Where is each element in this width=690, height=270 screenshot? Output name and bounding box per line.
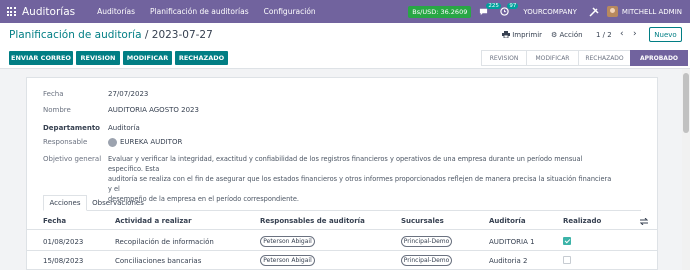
tab-observaciones[interactable]: Observaciones	[87, 195, 149, 211]
nombre-label: Nombre	[43, 106, 71, 114]
apps-menu-icon[interactable]	[0, 0, 22, 23]
user-avatar[interactable]	[606, 6, 618, 17]
stage-modificar[interactable]: MODIFICAR	[526, 50, 578, 66]
print-button[interactable]: Imprimir	[502, 31, 542, 39]
nombre-field[interactable]: AUDITORIA AGOSTO 2023	[108, 106, 199, 114]
breadcrumb-separator: /	[144, 29, 149, 41]
responsable-tag[interactable]: Peterson Abigail	[260, 236, 315, 247]
departamento-field[interactable]: Auditoría	[108, 124, 140, 132]
activities-button[interactable]: 97	[500, 3, 519, 16]
col-fecha[interactable]: Fecha	[43, 217, 66, 225]
menu-configuracion[interactable]: Configuración	[264, 7, 316, 16]
pager-next-icon[interactable]: ›	[633, 29, 637, 39]
row-fecha: 01/08/2023	[43, 238, 84, 246]
breadcrumb-current: 2023-07-27	[151, 29, 213, 41]
send-email-button[interactable]: ENVIAR CORREO	[9, 51, 73, 65]
control-panel: Planificación de auditoría / 2023-07-27 …	[0, 23, 690, 69]
debug-tools-icon[interactable]	[589, 6, 599, 17]
fecha-label: Fecha	[43, 90, 64, 98]
stage-aprobado[interactable]: APROBADO	[630, 50, 688, 66]
action-button[interactable]: ⚙ Acción	[551, 31, 583, 39]
responsable-label: Responsable	[43, 138, 88, 146]
stage-revision[interactable]: REVISION	[481, 50, 526, 66]
sucursal-tag[interactable]: Principal-Demo	[401, 236, 452, 247]
modificar-button[interactable]: MODIFICAR	[123, 51, 172, 65]
action-label: Acción	[559, 31, 583, 39]
activities-count: 97	[507, 3, 519, 9]
print-label: Imprimir	[512, 31, 543, 39]
responsable-avatar	[108, 138, 117, 147]
row-actividad: Conciliaciones bancarias	[115, 257, 202, 265]
rechazado-button[interactable]: RECHAZADO	[175, 51, 228, 65]
row-divider	[27, 250, 657, 251]
realizado-checkbox[interactable]	[563, 237, 571, 245]
app-brand[interactable]: Auditorías	[22, 6, 75, 18]
pager-previous-icon[interactable]: ‹	[620, 29, 624, 39]
objetivo-line: Evaluar y verificar la integridad, exact…	[108, 155, 583, 173]
sucursal-tag[interactable]: Principal-Demo	[401, 255, 452, 266]
col-auditoria[interactable]: Auditoría	[489, 217, 526, 225]
exchange-rate-badge[interactable]: Bs/USD: 36.2609	[408, 5, 472, 18]
fecha-field[interactable]: 27/07/2023	[108, 90, 148, 98]
row-auditoria: AUDITORIA 1	[489, 238, 535, 246]
stage-rechazado[interactable]: RECHAZADO	[578, 50, 630, 66]
responsable-tag[interactable]: Peterson Abigail	[260, 255, 315, 266]
breadcrumb-parent[interactable]: Planificación de auditoría	[9, 29, 142, 41]
col-realizado[interactable]: Realizado	[563, 217, 601, 225]
col-actividad[interactable]: Actividad a realizar	[115, 217, 192, 225]
objetivo-line: auditoría se realiza con el fin de asegu…	[108, 175, 612, 193]
top-navbar: Auditorías Auditorías Planificación de a…	[0, 0, 690, 23]
user-menu[interactable]: MITCHELL ADMIN	[622, 8, 682, 16]
notebook-tabs: Acciones Observaciones	[43, 195, 641, 211]
menu-planificacion[interactable]: Planificación de auditorías	[150, 7, 249, 16]
print-icon	[502, 31, 510, 39]
new-button[interactable]: Nuevo	[649, 27, 682, 42]
messages-button[interactable]: 225	[479, 3, 501, 16]
messages-count: 225	[486, 3, 501, 9]
optional-columns-icon[interactable]	[640, 218, 648, 225]
realizado-checkbox[interactable]	[563, 256, 571, 264]
menu-auditorias[interactable]: Auditorías	[97, 7, 135, 16]
pager-value[interactable]: 1 / 2	[596, 31, 612, 39]
page-scrollbar-thumb[interactable]	[683, 73, 689, 133]
responsable-field[interactable]: EUREKA AUDITOR	[120, 138, 182, 146]
revision-button[interactable]: REVISION	[76, 51, 120, 65]
header-divider	[27, 229, 657, 230]
departamento-label: Departamento	[43, 124, 100, 132]
row-actividad: Recopilación de información	[115, 238, 214, 246]
col-sucursales[interactable]: Sucursales	[401, 217, 444, 225]
breadcrumb: Planificación de auditoría / 2023-07-27	[9, 29, 213, 41]
status-bar: REVISION MODIFICAR RECHAZADO APROBADO	[481, 50, 688, 66]
row-auditoria: Auditoria 2	[489, 257, 528, 265]
objetivo-label: Objetivo general	[43, 155, 102, 163]
gear-icon: ⚙	[551, 31, 558, 39]
form-sheet: Fecha 27/07/2023 Nombre AUDITORIA AGOSTO…	[26, 77, 658, 270]
col-responsables[interactable]: Responsables de auditoría	[260, 217, 365, 225]
company-switcher[interactable]: YOURCOMPANY	[523, 8, 577, 16]
row-fecha: 15/08/2023	[43, 257, 84, 265]
tab-acciones[interactable]: Acciones	[43, 195, 87, 211]
